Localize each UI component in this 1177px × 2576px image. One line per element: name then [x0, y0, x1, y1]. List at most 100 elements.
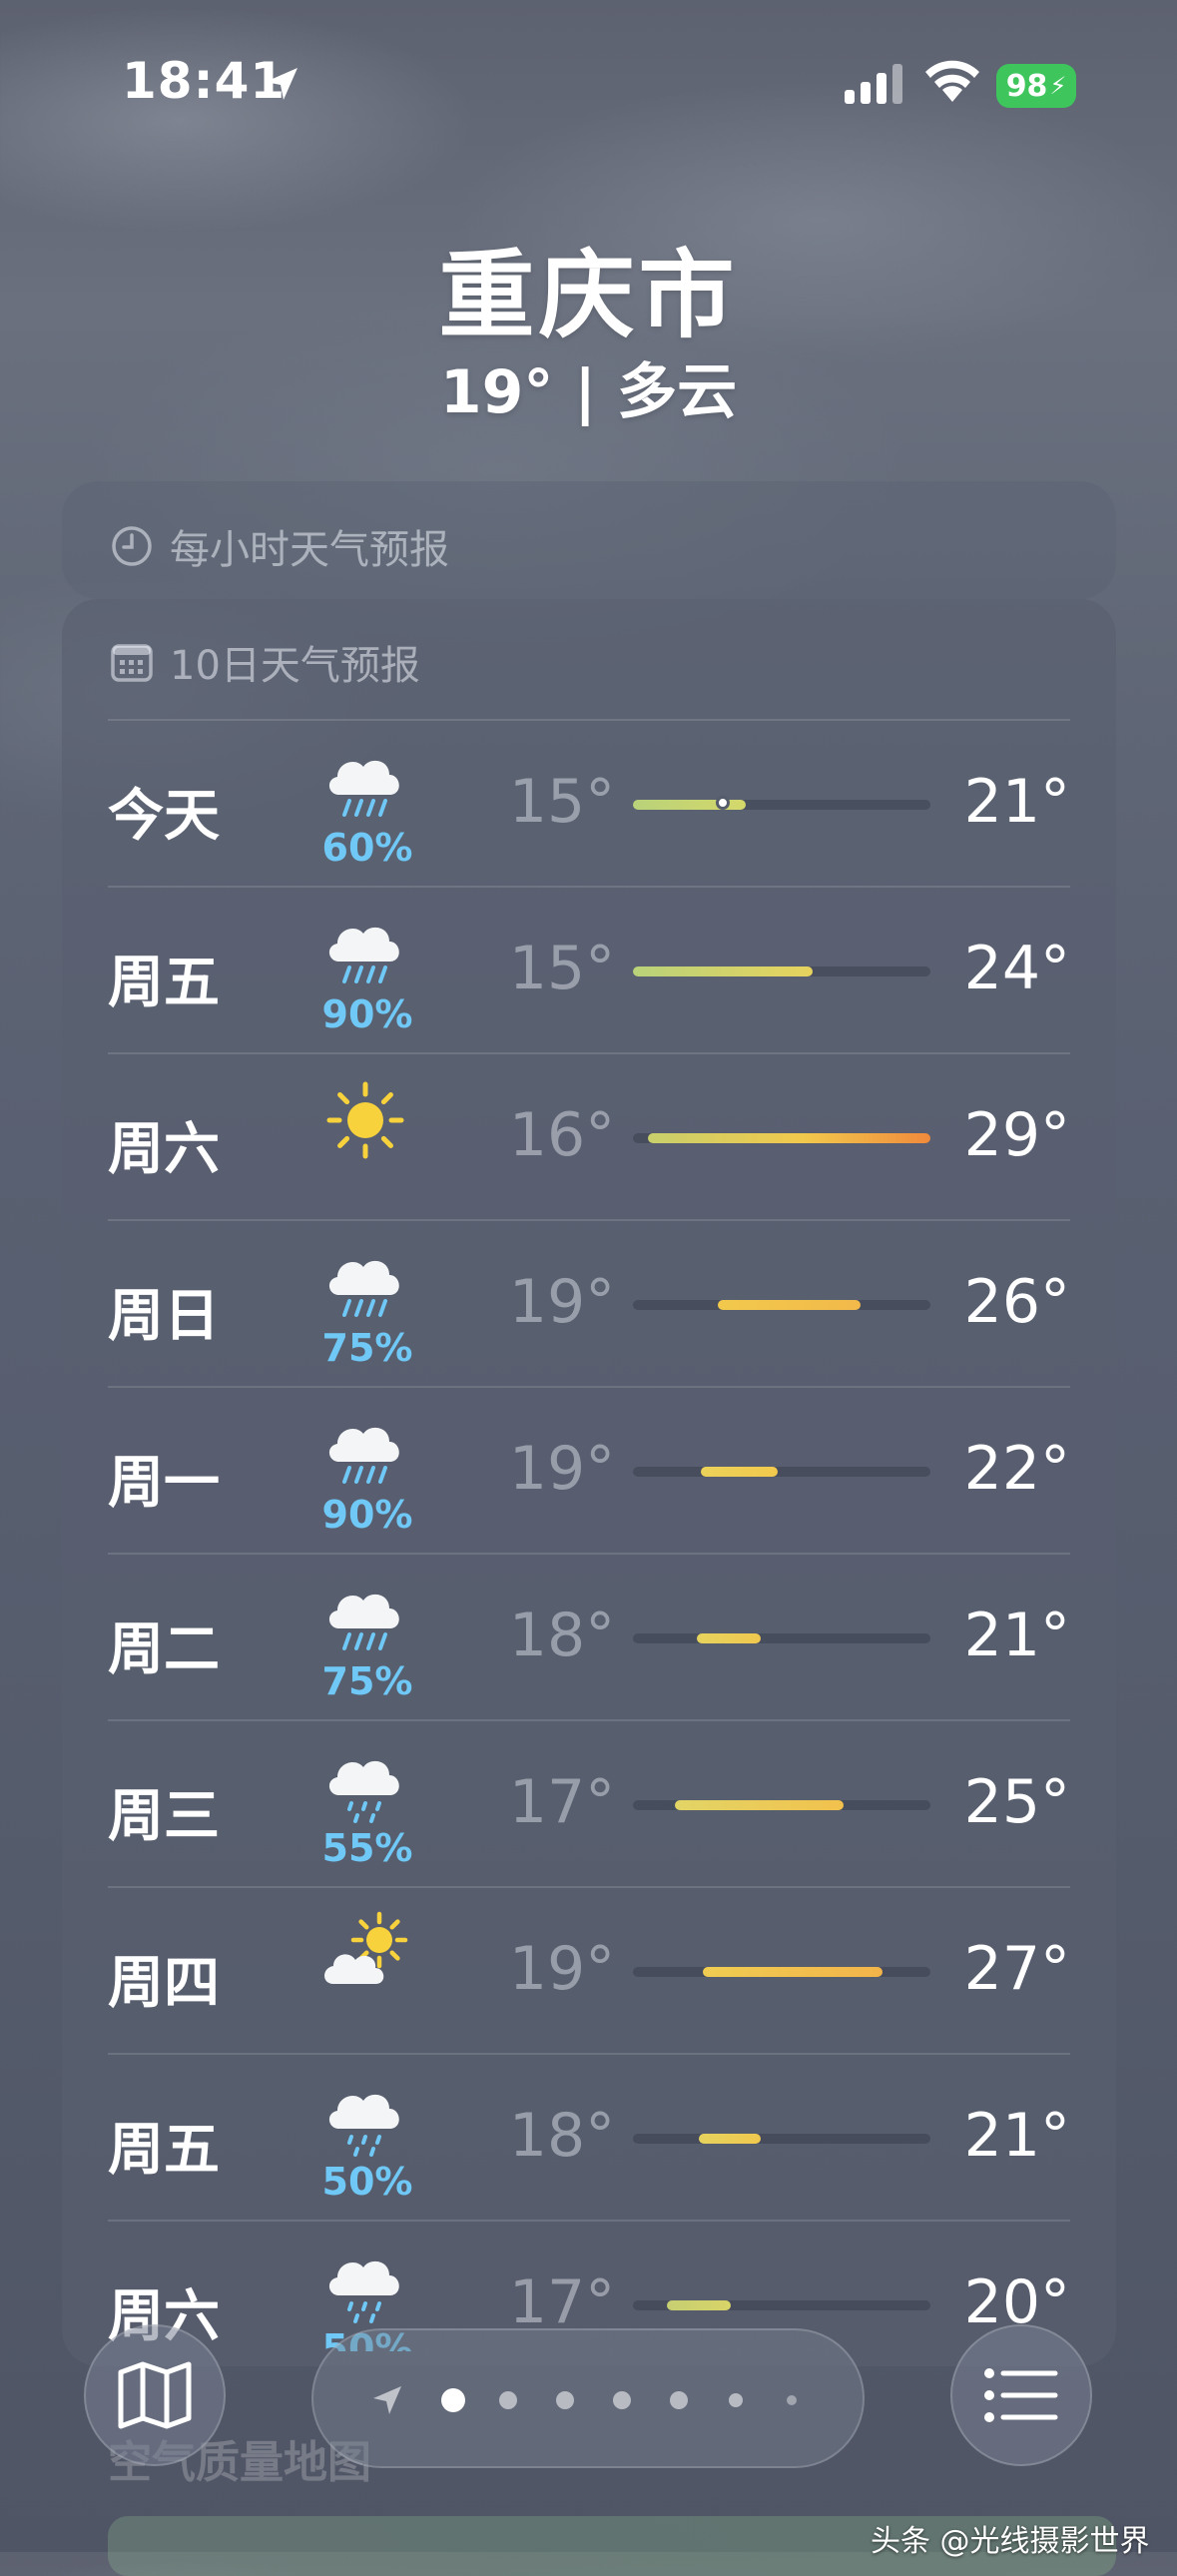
forecast-day: 周日 [108, 1284, 220, 1349]
precip-chance: 50% [321, 2160, 413, 2204]
forecast-row-1[interactable]: 今天 60% 15° 21° [108, 719, 1070, 886]
ten-day-forecast-title: 10日天气预报 [170, 643, 420, 689]
precip-chance: 75% [321, 1326, 413, 1370]
drizzle-cloud-icon [317, 2240, 413, 2335]
low-temp: 17° [508, 2267, 616, 2337]
temp-range-track [633, 1467, 930, 1477]
temp-range-track [633, 1800, 930, 1810]
low-temp: 19° [508, 1934, 616, 2004]
temp-range-track [633, 1300, 930, 1310]
temp-range-bar [699, 2134, 761, 2144]
forecast-day: 周一 [108, 1451, 220, 1516]
current-temp-dot [716, 796, 730, 810]
forecast-day: 周四 [108, 1951, 220, 2016]
battery-level: 98 [1005, 68, 1048, 104]
page-dot[interactable] [729, 2393, 743, 2407]
temp-range-track [633, 2300, 930, 2310]
precip-chance: 55% [321, 1826, 413, 1870]
temp-range-bar [701, 1467, 778, 1477]
forecast-day: 周六 [108, 1117, 220, 1182]
forecast-list: 今天 60% 15° 21° 周五 90% 15° 24° 周六 16° 29° 周日 75% 19° 26… [108, 719, 1070, 2351]
temp-range-track [633, 2134, 930, 2144]
cellular-signal-icon [845, 64, 902, 104]
precip-chance: 90% [321, 992, 413, 1036]
low-temp: 17° [508, 1767, 616, 1837]
forecast-day: 今天 [108, 784, 220, 849]
rain-cloud-icon [317, 906, 413, 1001]
high-temp: 26° [963, 1267, 1070, 1337]
page-dot[interactable] [670, 2391, 688, 2409]
temp-range-bar [675, 1800, 844, 1810]
forecast-row-2[interactable]: 周五 90% 15° 24° [108, 886, 1070, 1052]
current-conditions: 19° | 多云 [439, 357, 738, 427]
temp-range-bar [718, 1300, 861, 1310]
sun-icon [317, 1072, 413, 1168]
hourly-forecast-title: 每小时天气预报 [170, 527, 449, 573]
high-temp: 21° [963, 767, 1070, 837]
temp-range-bar [648, 1133, 930, 1143]
precip-chance: 60% [321, 826, 413, 870]
map-icon [118, 2361, 192, 2429]
temp-range-track [633, 966, 930, 976]
temp-range-track [633, 1967, 930, 1977]
forecast-row-8[interactable]: 周四 19° 27° [108, 1886, 1070, 2053]
low-temp: 18° [508, 2101, 616, 2171]
location-arrow-icon [266, 68, 297, 100]
low-temp: 19° [508, 1434, 616, 1504]
forecast-day: 周三 [108, 1784, 220, 1849]
precip-chance: 90% [321, 1493, 413, 1537]
forecast-row-7[interactable]: 周三 55% 17° 25° [108, 1719, 1070, 1886]
partly-sunny-icon [317, 1906, 413, 2002]
high-temp: 29° [963, 1100, 1070, 1170]
high-temp: 22° [963, 1434, 1070, 1504]
page-dot-active[interactable] [441, 2388, 465, 2412]
forecast-day: 周五 [108, 2118, 220, 2183]
calendar-icon [111, 644, 153, 682]
drizzle-cloud-icon [317, 2073, 413, 2169]
low-temp: 15° [508, 767, 616, 837]
low-temp: 15° [508, 934, 616, 1003]
page-dot[interactable] [613, 2391, 631, 2409]
page-dot[interactable] [499, 2391, 517, 2409]
location-page-indicator[interactable] [311, 2328, 865, 2468]
forecast-row-9[interactable]: 周五 50% 18° 21° [108, 2053, 1070, 2220]
high-temp: 25° [963, 1767, 1070, 1837]
low-temp: 18° [508, 1601, 616, 1670]
rain-cloud-icon [317, 739, 413, 835]
location-list-button[interactable] [950, 2324, 1092, 2466]
forecast-day: 周五 [108, 951, 220, 1015]
drizzle-cloud-icon [317, 1739, 413, 1835]
list-icon [984, 2368, 1058, 2422]
forecast-row-5[interactable]: 周一 90% 19° 22° [108, 1386, 1070, 1553]
high-temp: 27° [963, 1934, 1070, 2004]
high-temp: 24° [963, 934, 1070, 1003]
hourly-forecast-card[interactable]: 每小时天气预报 [62, 481, 1116, 599]
clock-icon [112, 526, 152, 566]
forecast-row-4[interactable]: 周日 75% 19° 26° [108, 1219, 1070, 1386]
low-temp: 16° [508, 1100, 616, 1170]
rain-cloud-icon [317, 1239, 413, 1335]
battery-indicator: 98 ⚡ [996, 64, 1076, 108]
ten-day-forecast-header: 10日天气预报 [110, 633, 420, 691]
watermark: 头条 @光线摄影世界 [871, 2524, 1150, 2559]
forecast-row-3[interactable]: 周六 16° 29° [108, 1052, 1070, 1219]
status-bar: 18:41 98 ⚡ [0, 0, 1177, 150]
high-temp: 21° [963, 1601, 1070, 1670]
temp-range-track [633, 796, 930, 810]
rain-cloud-icon [317, 1406, 413, 1502]
temp-range-track [633, 1633, 930, 1643]
high-temp: 21° [963, 2101, 1070, 2171]
page-dot[interactable] [787, 2395, 797, 2405]
hourly-forecast-header: 每小时天气预报 [110, 517, 449, 575]
temp-range-bar [703, 1967, 883, 1977]
temp-range-track [633, 1133, 930, 1143]
temp-range-bar [667, 2300, 731, 2310]
page-dot[interactable] [556, 2391, 574, 2409]
ten-day-forecast-card[interactable]: 10日天气预报 今天 60% 15° 21° 周五 90% 15° 24° 周六 16° 29° 周日… [62, 599, 1116, 2366]
rain-cloud-icon [317, 1573, 413, 1668]
charging-bolt-icon: ⚡ [1049, 72, 1067, 100]
forecast-row-6[interactable]: 周二 75% 18° 21° [108, 1553, 1070, 1719]
current-location-arrow-icon [373, 2386, 401, 2414]
low-temp: 19° [508, 1267, 616, 1337]
map-button[interactable] [84, 2324, 226, 2466]
